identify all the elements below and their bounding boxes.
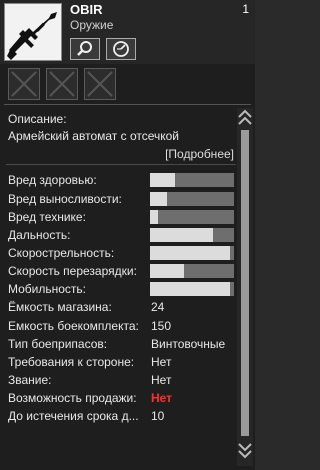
divider bbox=[6, 164, 236, 165]
stat-label: Вред технике: bbox=[8, 210, 86, 224]
stat-bar bbox=[150, 228, 234, 242]
scroll-up-button[interactable] bbox=[237, 108, 253, 128]
stat-row: До истечения срока д... 10 bbox=[6, 407, 236, 425]
scales-icon bbox=[113, 41, 129, 57]
search-button[interactable] bbox=[70, 38, 100, 60]
scroll-down-button[interactable] bbox=[237, 438, 253, 464]
description-text: Армейский автомат с отсечкой bbox=[8, 129, 179, 143]
stat-label: Скорострельность: bbox=[8, 246, 115, 260]
item-count: 1 bbox=[242, 2, 249, 16]
stat-label: Дальность: bbox=[8, 228, 71, 242]
item-header: OBIR Оружие 1 bbox=[0, 0, 255, 64]
stat-bar bbox=[150, 282, 234, 296]
stat-row: Емкость боекомплекта: 150 bbox=[6, 317, 236, 335]
attachment-slot-3[interactable] bbox=[84, 68, 116, 100]
empty-slot-icon bbox=[49, 71, 75, 97]
magnifier-icon bbox=[77, 41, 92, 56]
scroll-thumb[interactable] bbox=[241, 130, 249, 436]
double-chevron-up-icon bbox=[238, 109, 252, 125]
stat-label: Вред выносливости: bbox=[8, 192, 122, 206]
stat-row: Звание: Нет bbox=[6, 371, 236, 389]
stat-value: Нет bbox=[151, 373, 172, 387]
assault-rifle-icon bbox=[4, 3, 62, 61]
item-details: Описание: Армейский автомат с отсечкой [… bbox=[6, 108, 236, 466]
stat-value: 150 bbox=[151, 319, 172, 333]
stat-row: Скорость перезарядки: bbox=[6, 262, 236, 280]
stat-value: Нет bbox=[151, 391, 173, 405]
stat-label: Тип боеприпасов: bbox=[8, 337, 108, 351]
stat-value: Винтовочные bbox=[151, 337, 226, 351]
stat-row: Дальность: bbox=[6, 226, 236, 244]
stat-bar bbox=[150, 173, 234, 187]
description-title: Описание: bbox=[8, 112, 67, 126]
stat-label: Ёмкость магазина: bbox=[8, 300, 112, 314]
empty-slot-icon bbox=[87, 71, 113, 97]
stat-bar bbox=[150, 192, 234, 206]
scroll-track[interactable] bbox=[241, 130, 249, 436]
stat-row: Вред здоровью: bbox=[6, 171, 236, 189]
stat-label: Емкость боекомплекта: bbox=[8, 319, 139, 333]
stat-value: Нет bbox=[151, 355, 172, 369]
item-type: Оружие bbox=[70, 18, 114, 32]
stat-value: 10 bbox=[151, 409, 165, 423]
stat-row: Мобильность: bbox=[6, 280, 236, 298]
stat-row: Вред технике: bbox=[6, 208, 236, 226]
stat-row: Возможность продажи: Нет bbox=[6, 389, 236, 407]
item-info-panel: OBIR Оружие 1 Описание: Армейский автома… bbox=[0, 0, 255, 470]
more-details-link[interactable]: [Подробнее] bbox=[165, 147, 234, 161]
stat-label: Звание: bbox=[8, 373, 52, 387]
stat-label: До истечения срока д... bbox=[8, 409, 139, 423]
double-chevron-down-icon bbox=[238, 443, 252, 459]
stat-row: Вред выносливости: bbox=[6, 190, 236, 208]
item-name: OBIR bbox=[70, 2, 103, 17]
attachment-slot-1[interactable] bbox=[8, 68, 40, 100]
stat-label: Вред здоровью: bbox=[8, 173, 97, 187]
stat-value: 24 bbox=[151, 300, 165, 314]
stat-row: Скорострельность: bbox=[6, 244, 236, 262]
stat-label: Требования к стороне: bbox=[8, 355, 135, 369]
stat-row: Тип боеприпасов: Винтовочные bbox=[6, 335, 236, 353]
stat-bar bbox=[150, 264, 234, 278]
stat-row: Требования к стороне: Нет bbox=[6, 353, 236, 371]
stat-bar bbox=[150, 210, 234, 224]
stat-row: Ёмкость магазина: 24 bbox=[6, 298, 236, 316]
scrollbar[interactable] bbox=[237, 108, 253, 466]
divider bbox=[4, 104, 251, 105]
stat-bar bbox=[150, 246, 234, 260]
empty-slot-icon bbox=[11, 71, 37, 97]
stat-label: Скорость перезарядки: bbox=[8, 264, 137, 278]
compare-button[interactable] bbox=[106, 38, 136, 60]
attachment-slot-2[interactable] bbox=[46, 68, 78, 100]
stat-label: Мобильность: bbox=[8, 282, 87, 296]
stat-label: Возможность продажи: bbox=[8, 391, 137, 405]
